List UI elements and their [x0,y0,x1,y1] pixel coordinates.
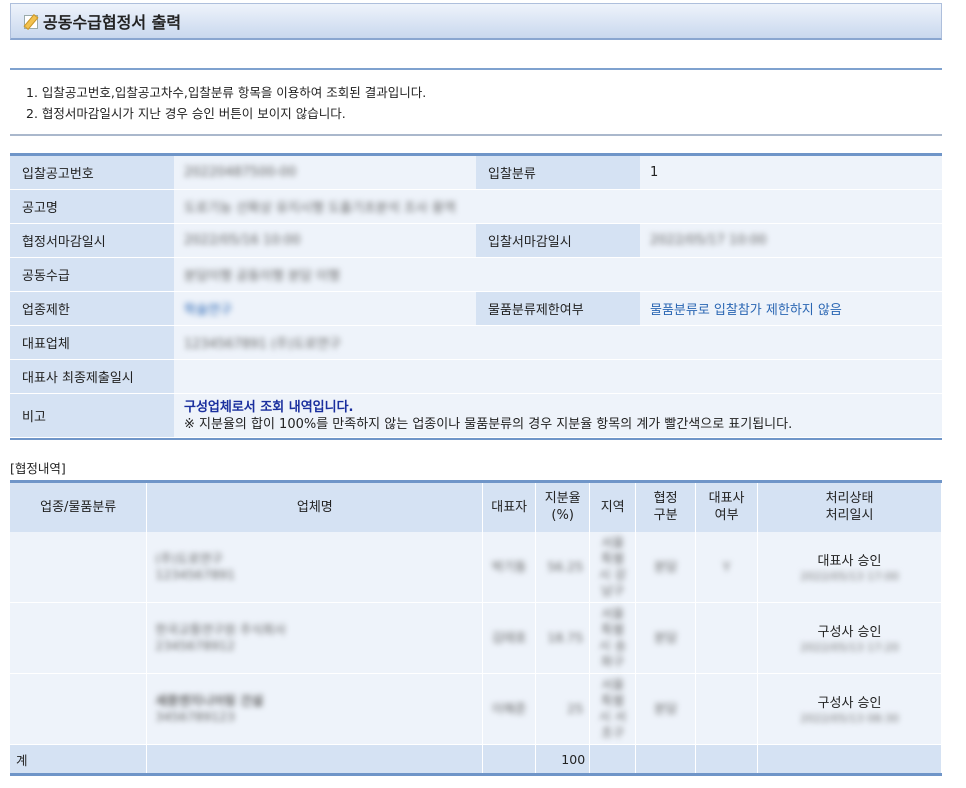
status-date: 2022/05/13 08:30 [800,712,899,725]
page-title: 공동수급협정서 출력 [43,13,182,32]
status-text: 구성사 승인 [817,696,882,711]
type-value: 분담 [654,701,678,716]
agreement-section-title: [협정내역] [10,461,66,476]
status-text: 구성사 승인 [817,625,882,640]
col-industry: 업종/물품분류 [10,481,148,532]
remark-label: 비고 [10,394,174,437]
remark-line-2: ※ 지분율의 합이 100%를 만족하지 않는 업종이나 물품분류의 경우 지분… [184,416,793,432]
rep-label: 대표업체 [10,326,174,359]
pencil-note-icon [23,13,39,29]
ceo-name: 박기동 [491,558,527,574]
agreement-deadline-label: 협정서마감일시 [10,224,174,257]
bid-class-label: 입찰분류 [476,156,640,189]
ceo-name: 이해준 [491,701,527,716]
company-name: (주)도로연구 [155,550,223,566]
industry-label: 업종제한 [10,292,174,325]
col-status: 처리상태 처리일시 [757,481,942,532]
company-name: 세종엔지니어링 건설 [155,693,264,708]
bid-deadline-label: 입찰서마감일시 [476,224,640,257]
region-value: 서울특별시 강남구 [599,534,627,598]
company-bizno: 1234567891 [155,566,235,582]
col-ceo: 대표자 [482,481,537,532]
col-region: 지역 [589,481,637,532]
page-header: 공동수급협정서 출력 [10,3,942,40]
notice-line-1: 1. 입찰공고번호,입찰공고차수,입찰분류 항목을 이용하여 조회된 결과입니다… [26,85,427,100]
bid-class-value: 1 [640,156,942,189]
status-text: 대표사 승인 [817,553,882,569]
agreement-deadline-value: 2022/05/16 10:00 [184,233,301,248]
joint-value: 분담이행 공동이행 분담 이행 [184,269,340,284]
industry-link[interactable]: 학술연구 [184,299,232,318]
rep-submit-label: 대표사 최종제출일시 [10,360,174,393]
notice-name-label: 공고명 [10,190,174,223]
is-rep-value: Y [722,558,731,574]
table-row: 세종엔지니어링 건설 3456789123 이해준 25 서울특별시 서초구 분… [10,673,942,745]
share-value: 18.75 [547,630,584,645]
share-value: 25 [567,701,584,716]
notice-line-2: 2. 협정서마감일시가 지난 경우 승인 버튼이 보이지 않습니다. [26,106,346,121]
goods-link[interactable]: 물품분류로 입찰참가 제한하지 않음 [650,299,842,318]
company-bizno: 3456789123 [155,709,235,724]
region-value: 서울특별시 송파구 [599,606,627,669]
status-date: 2022/05/13 17:20 [800,641,899,654]
share-value: 56.25 [547,558,584,574]
goods-label: 물품분류제한여부 [476,292,640,325]
bid-no-label: 입찰공고번호 [10,156,174,189]
notice-box: 1. 입찰공고번호,입찰공고차수,입찰분류 항목을 이용하여 조회된 결과입니다… [10,68,942,136]
table-row: (주)도로연구 1234567891 박기동 56.25 서울특별시 강남구 분… [10,531,942,603]
bid-info-table: 입찰공고번호 20220487500-00 입찰분류 1 공고명 도로기능 선확… [10,153,942,440]
col-type: 협정 구분 [635,481,697,532]
bid-no-value: 20220487500-00 [184,165,297,180]
col-company: 업체명 [146,481,484,532]
total-share: 100 [535,744,591,775]
remark-line-1: 구성업체로서 조회 내역입니다. [184,399,354,415]
bid-deadline-value: 2022/05/17 10:00 [650,233,767,248]
ceo-name: 김태호 [491,630,527,645]
total-row: 계 100 [10,744,942,775]
rep-value: 1234567891 (주)도로연구 [184,337,341,352]
col-share: 지분율 (%) [535,481,591,532]
type-value: 분담 [654,558,678,574]
joint-label: 공동수급 [10,258,174,291]
company-name: 한국교통연구원 주식회사 [155,622,286,637]
total-label: 계 [10,744,148,775]
region-value: 서울특별시 서초구 [599,677,627,740]
col-is-rep: 대표사 여부 [695,481,759,532]
rep-submit-value [174,360,942,393]
table-row: 한국교통연구원 주식회사 2345678912 김태호 18.75 서울특별시 … [10,602,942,674]
type-value: 분담 [654,630,678,645]
status-date: 2022/05/13 17:00 [800,569,899,583]
notice-name-value: 도로기능 선확상 유지시행 도출기초분석 조사 용역 [184,201,456,216]
company-bizno: 2345678912 [155,638,235,653]
agreement-table: 업종/물품분류 업체명 대표자 지분율 (%) 지역 협정 구분 대표사 여부 … [10,480,942,776]
